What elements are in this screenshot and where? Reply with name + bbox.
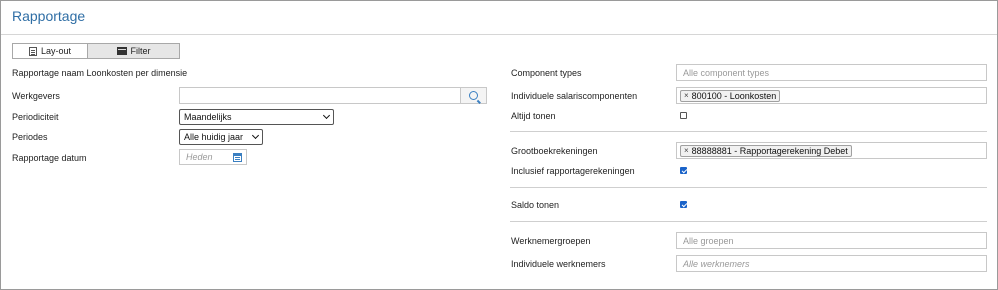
tab-lay-out[interactable]: Lay-out	[12, 43, 88, 59]
rapportage-datum-input[interactable]: Heden	[179, 149, 247, 165]
chevron-down-icon	[322, 111, 331, 120]
periodes-label: Periodes	[12, 132, 48, 142]
rapportage-datum-label: Rapportage datum	[12, 153, 87, 163]
layout-icon	[28, 46, 37, 56]
tab-filter[interactable]: Filter	[88, 43, 180, 59]
filter-icon	[116, 47, 127, 55]
altijd-tonen-label: Altijd tonen	[511, 111, 556, 121]
werkgevers-label: Werkgevers	[12, 91, 60, 101]
salariscomponenten-label: Individuele salariscomponenten	[511, 91, 638, 101]
report-name-label: Rapportage naam Loonkosten per dimensie	[12, 68, 188, 78]
remove-tag-icon[interactable]: ×	[684, 91, 689, 100]
werknemergroepen-label: Werknemergroepen	[511, 236, 591, 246]
search-icon	[469, 91, 478, 100]
werknemergroepen-input[interactable]: Alle groepen	[676, 232, 987, 249]
inclusief-label: Inclusief rapportagerekeningen	[511, 166, 635, 176]
tab-filter-label: Filter	[130, 46, 151, 56]
periodes-select[interactable]: Alle huidig jaar	[179, 129, 263, 145]
werknemers-label: Individuele werknemers	[511, 259, 606, 269]
grootboekrekening-tag-text: 88888881 - Rapportagerekening Debet	[691, 145, 848, 156]
chevron-down-icon	[251, 131, 260, 140]
grootboekrekening-tag: × 88888881 - Rapportagerekening Debet	[680, 144, 852, 157]
saldo-tonen-label: Saldo tonen	[511, 200, 560, 210]
component-types-label: Component types	[511, 68, 582, 78]
remove-tag-icon[interactable]: ×	[684, 146, 689, 155]
inclusief-checkbox[interactable]	[680, 167, 687, 174]
periodiciteit-label: Periodiciteit	[12, 112, 59, 122]
werkgevers-search-button[interactable]	[460, 87, 487, 104]
saldo-tonen-checkbox[interactable]	[680, 201, 687, 208]
periodiciteit-select[interactable]: Maandelijks	[179, 109, 334, 125]
salariscomponent-tag: × 800100 - Loonkosten	[680, 89, 781, 102]
section-divider	[510, 187, 987, 188]
component-types-input[interactable]: Alle component types	[676, 64, 987, 81]
section-divider	[510, 221, 987, 222]
calendar-icon[interactable]	[233, 153, 242, 162]
tab-bar: Lay-out Filter	[12, 43, 180, 59]
tab-lay-out-label: Lay-out	[40, 46, 72, 56]
salariscomponenten-input[interactable]: × 800100 - Loonkosten	[676, 87, 987, 104]
werkgevers-input[interactable]	[179, 87, 461, 104]
altijd-tonen-checkbox[interactable]	[680, 112, 687, 119]
title-divider	[1, 34, 997, 35]
periodes-value: Alle huidig jaar	[184, 132, 244, 142]
report-panel: Rapportage Lay-out Filter Rapportage naa…	[0, 0, 998, 290]
grootboekrekeningen-input[interactable]: × 88888881 - Rapportagerekening Debet	[676, 142, 987, 159]
periodiciteit-value: Maandelijks	[184, 112, 232, 122]
page-title: Rapportage	[12, 8, 86, 24]
rapportage-datum-placeholder: Heden	[186, 152, 213, 162]
grootboekrekeningen-label: Grootboekrekeningen	[511, 146, 598, 156]
salariscomponent-tag-text: 800100 - Loonkosten	[691, 90, 777, 101]
section-divider	[510, 131, 987, 132]
werknemers-input[interactable]: Alle werknemers	[676, 255, 987, 272]
